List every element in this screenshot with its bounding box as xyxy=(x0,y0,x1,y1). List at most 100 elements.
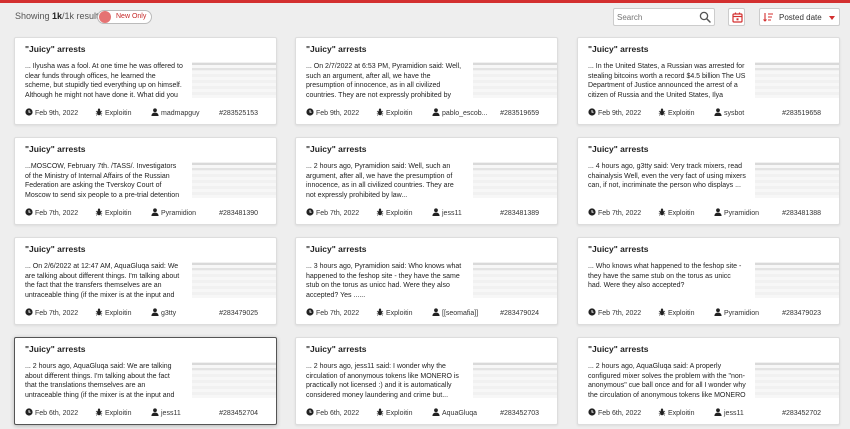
result-card[interactable]: "Juicy" arrests ... 2 hours ago, jess11 … xyxy=(295,337,558,425)
bug-icon xyxy=(95,308,103,316)
card-title[interactable]: "Juicy" arrests xyxy=(588,44,649,54)
card-snippet: ... 3 hours ago, Pyramidion said: Who kn… xyxy=(306,263,462,299)
card-author[interactable]: AquaGluqa xyxy=(432,408,477,420)
card-author[interactable]: Pyramidion xyxy=(714,208,759,220)
card-forum[interactable]: Exploitin xyxy=(376,408,412,420)
card-thumbnail xyxy=(755,262,839,298)
result-card[interactable]: "Juicy" arrests ... Ilyusha was a fool. … xyxy=(14,37,277,125)
card-author[interactable]: madmapguy xyxy=(151,108,200,120)
result-card-selected[interactable]: "Juicy" arrests ... 2 hours ago, AquaGlu… xyxy=(14,337,277,425)
card-post-id[interactable]: #283525153 xyxy=(219,108,258,120)
card-title[interactable]: "Juicy" arrests xyxy=(306,344,367,354)
new-only-toggle[interactable]: New Only xyxy=(97,10,153,24)
card-thumbnail xyxy=(755,62,839,98)
card-thumbnail xyxy=(192,62,276,98)
card-forum[interactable]: Exploitin xyxy=(95,408,131,420)
result-card[interactable]: "Juicy" arrests ... 4 hours ago, g3tty s… xyxy=(577,137,840,225)
card-post-id[interactable]: #283519658 xyxy=(782,108,821,120)
card-snippet: ... 2 hours ago, AquaGluqa said: A prope… xyxy=(588,363,746,399)
card-author[interactable]: jess11 xyxy=(432,208,462,220)
card-forum[interactable]: Exploitin xyxy=(658,308,694,320)
card-forum[interactable]: Exploitin xyxy=(376,108,412,120)
user-icon xyxy=(432,308,440,316)
card-snippet: ... 2 hours ago, Pyramidion said: Well, … xyxy=(306,163,454,199)
card-post-id[interactable]: #283452702 xyxy=(782,408,821,420)
date-filter-button[interactable] xyxy=(728,8,745,26)
card-date: Feb 6th, 2022 xyxy=(25,408,78,420)
user-icon xyxy=(151,308,159,316)
search-input[interactable] xyxy=(617,11,697,24)
card-forum[interactable]: Exploitin xyxy=(95,108,131,120)
card-author[interactable]: [[seomafia]] xyxy=(432,308,478,320)
results-count-current: 1k xyxy=(52,11,63,21)
user-icon xyxy=(714,408,722,416)
card-forum[interactable]: Exploitin xyxy=(95,208,131,220)
card-post-id[interactable]: #283481388 xyxy=(782,208,821,220)
card-snippet: ... Ilyusha was a fool. At one time he w… xyxy=(25,63,183,99)
card-forum[interactable]: Exploitin xyxy=(376,308,412,320)
card-title[interactable]: "Juicy" arrests xyxy=(588,344,649,354)
card-post-id[interactable]: #283479025 xyxy=(219,308,258,320)
result-card[interactable]: "Juicy" arrests ... 3 hours ago, Pyramid… xyxy=(295,237,558,325)
card-author[interactable]: pablo_escob... xyxy=(432,108,488,120)
card-author[interactable]: jess11 xyxy=(714,408,744,420)
card-title[interactable]: "Juicy" arrests xyxy=(25,244,86,254)
new-only-label: New Only xyxy=(116,13,147,20)
card-forum[interactable]: Exploitin xyxy=(658,108,694,120)
card-post-id[interactable]: #283479024 xyxy=(500,308,539,320)
card-title[interactable]: "Juicy" arrests xyxy=(588,144,649,154)
card-title[interactable]: "Juicy" arrests xyxy=(306,44,367,54)
card-forum[interactable]: Exploitin xyxy=(95,308,131,320)
bug-icon xyxy=(376,208,384,216)
card-thumbnail xyxy=(473,62,557,98)
card-title[interactable]: "Juicy" arrests xyxy=(25,144,86,154)
search-icon[interactable] xyxy=(698,10,712,24)
card-author[interactable]: g3tty xyxy=(151,308,176,320)
result-card[interactable]: "Juicy" arrests ... On 2/6/2022 at 12:47… xyxy=(14,237,277,325)
chevron-down-icon xyxy=(829,16,835,20)
card-post-id[interactable]: #283481390 xyxy=(219,208,258,220)
card-forum[interactable]: Exploitin xyxy=(658,408,694,420)
card-post-id[interactable]: #283452704 xyxy=(219,408,258,420)
card-meta: Feb 7th, 2022 Exploitin g3tty #283479025 xyxy=(15,308,276,320)
card-snippet: ... 4 hours ago, g3tty said: Very track … xyxy=(588,163,746,189)
card-author[interactable]: Pyramidion xyxy=(714,308,759,320)
card-post-id[interactable]: #283519659 xyxy=(500,108,539,120)
result-card[interactable]: "Juicy" arrests ... In the United States… xyxy=(577,37,840,125)
card-meta: Feb 9th, 2022 Exploitin sysbot #28351965… xyxy=(578,108,839,120)
card-forum[interactable]: Exploitin xyxy=(376,208,412,220)
card-date: Feb 6th, 2022 xyxy=(306,408,359,420)
card-post-id[interactable]: #283479023 xyxy=(782,308,821,320)
card-snippet: ... 2 hours ago, jess11 said: I wonder w… xyxy=(306,363,459,399)
card-title[interactable]: "Juicy" arrests xyxy=(25,44,86,54)
card-meta: Feb 7th, 2022 Exploitin [[seomafia]] #28… xyxy=(296,308,557,320)
card-meta: Feb 6th, 2022 Exploitin AquaGluqa #28345… xyxy=(296,408,557,420)
bug-icon xyxy=(658,108,666,116)
card-meta: Feb 7th, 2022 Exploitin Pyramidion #2834… xyxy=(578,208,839,220)
results-toolbar: Showing 1k/1k results New Only Posted da… xyxy=(0,3,850,31)
card-forum[interactable]: Exploitin xyxy=(658,208,694,220)
result-card[interactable]: "Juicy" arrests ... On 2/7/2022 at 6:53 … xyxy=(295,37,558,125)
card-meta: Feb 6th, 2022 Exploitin jess11 #28345270… xyxy=(578,408,839,420)
card-date: Feb 9th, 2022 xyxy=(588,108,641,120)
card-author[interactable]: jess11 xyxy=(151,408,181,420)
card-post-id[interactable]: #283452703 xyxy=(500,408,539,420)
card-date: Feb 7th, 2022 xyxy=(306,208,359,220)
card-date: Feb 7th, 2022 xyxy=(588,308,641,320)
toggle-knob xyxy=(99,11,111,23)
card-title[interactable]: "Juicy" arrests xyxy=(306,244,367,254)
result-card[interactable]: "Juicy" arrests ... 2 hours ago, Pyramid… xyxy=(295,137,558,225)
result-card[interactable]: "Juicy" arrests ... 2 hours ago, AquaGlu… xyxy=(577,337,840,425)
card-title[interactable]: "Juicy" arrests xyxy=(25,344,86,354)
card-thumbnail xyxy=(473,162,557,198)
result-card[interactable]: "Juicy" arrests ... Who knows what happe… xyxy=(577,237,840,325)
user-icon xyxy=(151,408,159,416)
card-title[interactable]: "Juicy" arrests xyxy=(588,244,649,254)
sort-select[interactable]: Posted date xyxy=(759,8,840,26)
card-author[interactable]: sysbot xyxy=(714,108,744,120)
card-author[interactable]: Pyramidion xyxy=(151,208,196,220)
result-card[interactable]: "Juicy" arrests ...MOSCOW, February 7th.… xyxy=(14,137,277,225)
card-snippet: ...MOSCOW, February 7th. /TASS/. Investi… xyxy=(25,163,180,199)
card-post-id[interactable]: #283481389 xyxy=(500,208,539,220)
card-title[interactable]: "Juicy" arrests xyxy=(306,144,367,154)
